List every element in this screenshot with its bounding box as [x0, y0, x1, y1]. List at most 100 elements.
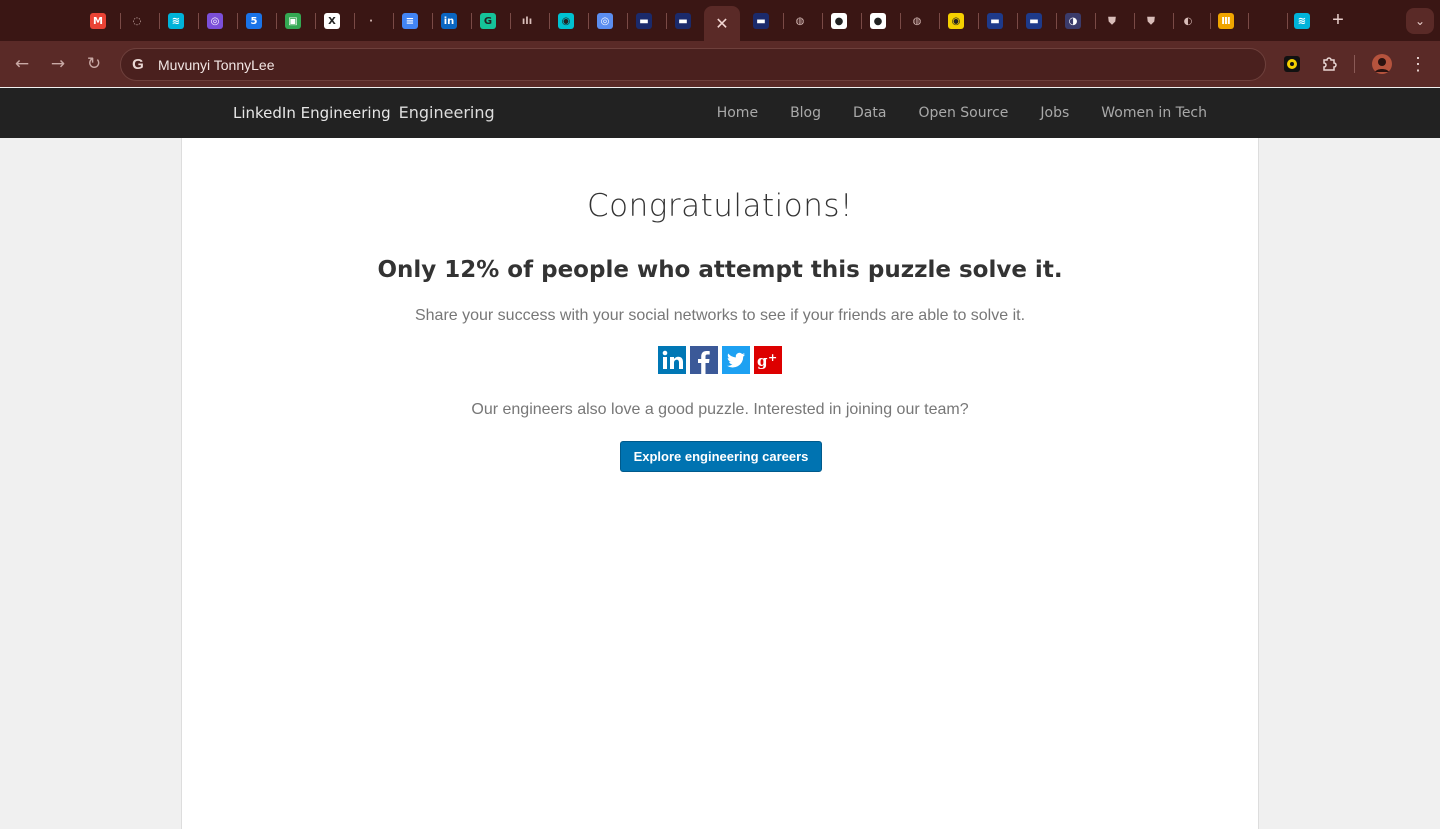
profile-avatar[interactable] [1371, 53, 1393, 75]
browser-tab[interactable] [1252, 8, 1278, 34]
logo-alt-text: LinkedIn Engineering [233, 103, 391, 122]
globe-app-icon: ◑ [1065, 13, 1081, 29]
chart-app-icon: ılı [521, 15, 533, 27]
browser-tab[interactable]: Ⅲ [1213, 8, 1239, 34]
browser-tab[interactable]: ◍ [904, 8, 930, 34]
blue-app-icon: ▬ [987, 13, 1003, 29]
reload-icon[interactable]: ↻ [83, 53, 105, 75]
browser-menu-icon[interactable]: ⋮ [1407, 53, 1429, 75]
linkedin-engineering-logo[interactable]: LinkedIn Engineering [233, 104, 391, 122]
browser-tab[interactable]: ▣ [280, 8, 306, 34]
grammarly-icon: G [480, 13, 496, 29]
tab-separator [354, 13, 355, 29]
active-tab[interactable]: ✕ [704, 6, 740, 41]
tab-separator [1017, 13, 1018, 29]
tab-separator [666, 13, 667, 29]
forward-arrow-icon[interactable]: → [47, 53, 69, 75]
streamlit-icon: ≋ [168, 13, 184, 29]
navy-app-icon: ▬ [675, 13, 691, 29]
tab-separator [1134, 13, 1135, 29]
browser-tab[interactable]: 5 [241, 8, 267, 34]
tab-separator [1287, 13, 1288, 29]
facebook-share-icon[interactable] [690, 346, 718, 374]
nav-blog[interactable]: Blog [790, 105, 821, 121]
extension-yellow-icon[interactable] [1281, 53, 1303, 75]
yellow-app-icon: ◉ [948, 13, 964, 29]
address-text[interactable]: Muvunyi TonnyLee [158, 57, 274, 73]
tab-separator [471, 13, 472, 29]
browser-tab[interactable]: in [436, 8, 462, 34]
purple-app-icon: ◎ [207, 13, 223, 29]
linkedin-share-icon[interactable] [658, 346, 686, 374]
close-tab-icon[interactable]: ✕ [715, 14, 728, 34]
browser-tab[interactable]: ◎ [202, 8, 228, 34]
docs-icon: ≡ [402, 13, 418, 29]
browser-tab[interactable]: ⛊ [1138, 8, 1164, 34]
tab-separator [939, 13, 940, 29]
browser-tab[interactable]: ● [865, 8, 891, 34]
tab-search-chevron-icon[interactable]: ⌄ [1406, 8, 1434, 34]
browser-tab[interactable]: ◌ [124, 8, 150, 34]
tab-separator [159, 13, 160, 29]
browser-tab[interactable]: ▬ [631, 8, 657, 34]
browser-tab[interactable]: · [358, 8, 384, 34]
browser-tab[interactable]: ◎ [592, 8, 618, 34]
browser-tab[interactable]: ılı [514, 8, 540, 34]
cyan-app-icon: ◉ [558, 13, 574, 29]
browser-tab[interactable]: G [475, 8, 501, 34]
browser-tab[interactable]: ▬ [1021, 8, 1047, 34]
browser-tab[interactable]: ≋ [1289, 8, 1315, 34]
explore-careers-button[interactable]: Explore engineering careers [620, 441, 822, 472]
x-icon: X [324, 13, 340, 29]
careers-text: Our engineers also love a good puzzle. I… [471, 401, 969, 418]
tab-separator [549, 13, 550, 29]
streamlit-icon: ≋ [1294, 13, 1310, 29]
new-tab-button[interactable]: + [1326, 9, 1350, 33]
nav-home[interactable]: Home [717, 105, 758, 121]
brand[interactable]: LinkedIn Engineering Engineering [233, 103, 495, 122]
tab-separator [627, 13, 628, 29]
browser-tab[interactable]: ≋ [163, 8, 189, 34]
browser-tab[interactable]: ◉ [553, 8, 579, 34]
browser-tab[interactable]: ◐ [1175, 8, 1201, 34]
github-icon: ● [831, 13, 847, 29]
blue-app-icon: ▬ [1026, 13, 1042, 29]
nav-data[interactable]: Data [853, 105, 886, 121]
shield-app-icon: ⛊ [1147, 15, 1155, 27]
nav-jobs[interactable]: Jobs [1040, 105, 1069, 121]
browser-tab[interactable]: ● [826, 8, 852, 34]
browser-tab[interactable]: X [319, 8, 345, 34]
browser-tab[interactable]: M [85, 8, 111, 34]
tab-separator [978, 13, 979, 29]
browser-tab[interactable]: ⛊ [1099, 8, 1125, 34]
address-bar[interactable]: G Muvunyi TonnyLee [120, 48, 1266, 81]
browser-tab[interactable]: ▬ [670, 8, 696, 34]
browser-tab[interactable]: ◍ [787, 8, 813, 34]
tab-separator [120, 13, 121, 29]
brand-name[interactable]: Engineering [399, 103, 495, 122]
tab-separator [783, 13, 784, 29]
browser-tab[interactable]: ≡ [397, 8, 423, 34]
nav-open-source[interactable]: Open Source [918, 105, 1008, 121]
page-subtitle: Only 12% of people who attempt this puzz… [377, 257, 1063, 283]
browser-tab-strip: M ◌ ≋ ◎ 5 ▣ X · ≡ in Gılı ◉ ◎ ▬ ▬ ▬ ◍ ● ● ◍ ◉ ▬ ▬ ◑ ⛊ ⛊ ◐ Ⅲ ≋ ✕ + ⌄ [0, 0, 1440, 41]
github-copilot-icon: ◍ [795, 15, 805, 27]
main-nav: Home Blog Data Open Source Jobs Women in… [717, 105, 1207, 121]
back-arrow-icon[interactable]: ← [11, 53, 33, 75]
browser-tab[interactable]: ▬ [982, 8, 1008, 34]
circle-dash-icon: ◌ [132, 15, 142, 27]
nav-women-in-tech[interactable]: Women in Tech [1101, 105, 1207, 121]
google-plus-share-icon[interactable]: g + [754, 346, 782, 374]
calendar-icon: 5 [246, 13, 262, 29]
target-app-icon: ◎ [597, 13, 613, 29]
extensions-puzzle-icon[interactable] [1318, 53, 1340, 75]
svg-text:g: g [757, 352, 768, 370]
tab-separator [588, 13, 589, 29]
twitter-share-icon[interactable] [722, 346, 750, 374]
tab-separator [432, 13, 433, 29]
shield-app-icon: ⛊ [1108, 15, 1116, 27]
browser-tab[interactable]: ◉ [943, 8, 969, 34]
browser-tab[interactable]: ▬ [748, 8, 774, 34]
svg-text:+: + [768, 351, 777, 364]
browser-tab[interactable]: ◑ [1060, 8, 1086, 34]
